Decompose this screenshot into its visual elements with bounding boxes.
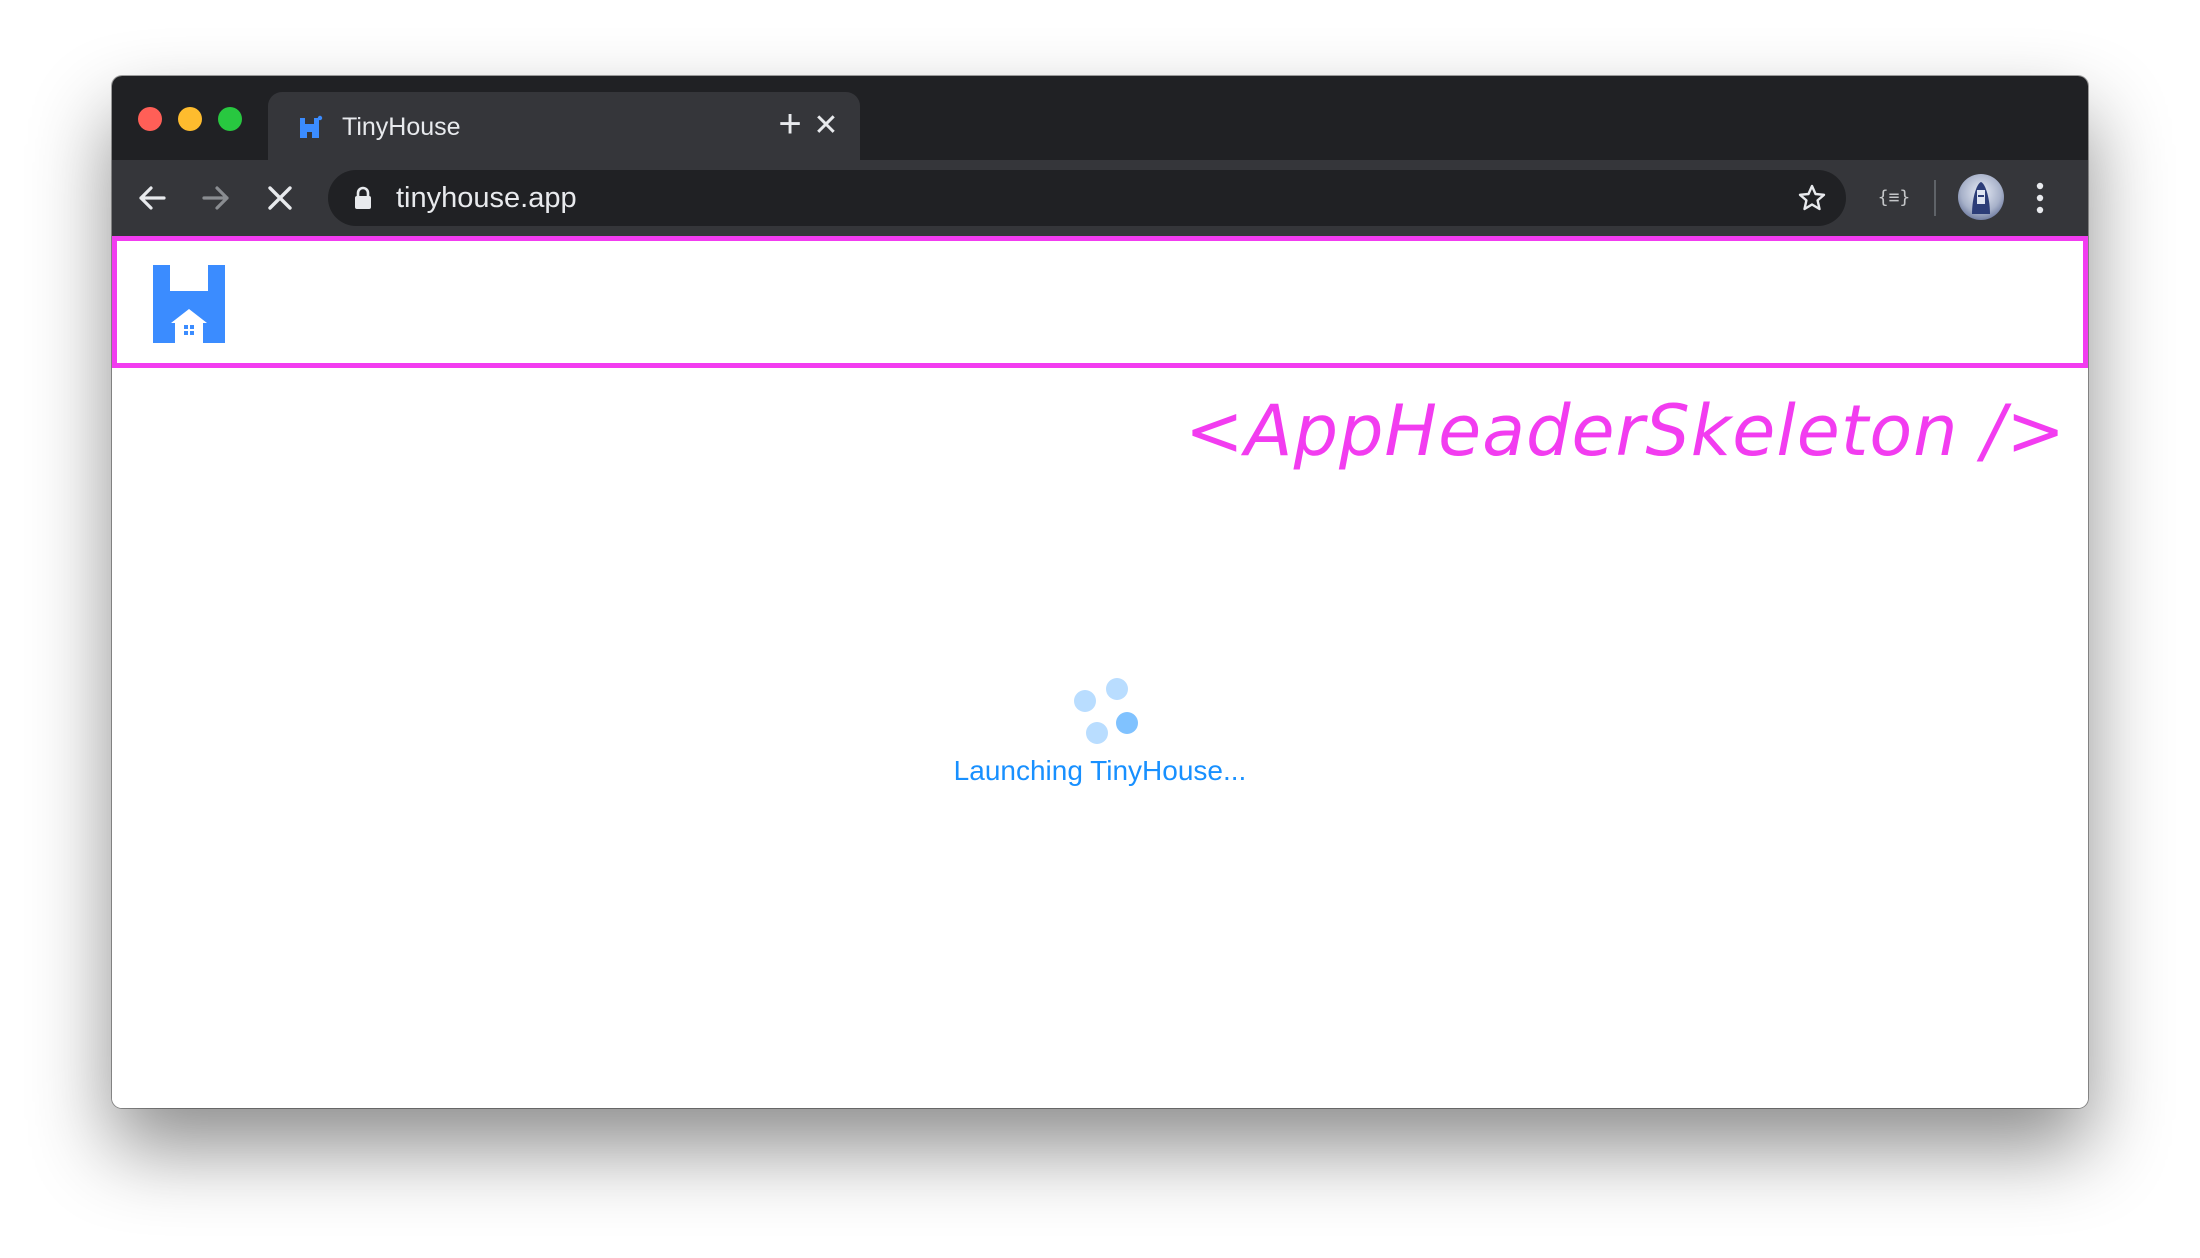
new-tab-button[interactable]: + bbox=[772, 104, 808, 144]
browser-toolbar: tinyhouse.app {≡} bbox=[112, 160, 2088, 236]
address-bar-url[interactable]: tinyhouse.app bbox=[396, 183, 577, 213]
bookmark-star-icon[interactable] bbox=[1796, 182, 1828, 214]
component-annotation: <AppHeaderSkeleton /> bbox=[1185, 390, 2066, 472]
toolbar-divider bbox=[1934, 180, 1936, 216]
more-vert-icon[interactable] bbox=[2028, 178, 2052, 218]
spinner-icon bbox=[1064, 676, 1144, 756]
tab-close-icon[interactable]: ✕ bbox=[810, 110, 842, 142]
tinyhouse-favicon-icon bbox=[300, 115, 323, 138]
arrow-right-icon bbox=[202, 186, 229, 210]
spinner-dot bbox=[1116, 712, 1138, 734]
forward-button[interactable] bbox=[192, 174, 240, 222]
tab-title: TinyHouse bbox=[342, 113, 461, 141]
spinner-dot bbox=[1106, 678, 1128, 700]
spinner-dot bbox=[1086, 722, 1108, 744]
loading-text: Launching TinyHouse... bbox=[953, 755, 1247, 786]
close-icon bbox=[268, 186, 292, 210]
arrow-left-icon bbox=[139, 186, 166, 210]
tinyhouse-logo-icon[interactable] bbox=[153, 265, 225, 343]
profile-avatar[interactable] bbox=[1958, 174, 2004, 220]
title-bar: TinyHouse ✕ + bbox=[112, 76, 2088, 160]
app-header-skeleton bbox=[112, 236, 2088, 368]
close-window-button[interactable] bbox=[138, 107, 162, 131]
minimize-window-button[interactable] bbox=[178, 107, 202, 131]
browser-window: TinyHouse ✕ + tinyhouse.app {≡} <AppHead… bbox=[112, 76, 2088, 1108]
spinner-dot bbox=[1074, 690, 1096, 712]
lock-icon bbox=[355, 186, 371, 209]
address-bar[interactable]: tinyhouse.app bbox=[328, 170, 1846, 226]
avatar-icon bbox=[1972, 182, 1990, 214]
extension-icon[interactable]: {≡} bbox=[1874, 182, 1914, 214]
maximize-window-button[interactable] bbox=[218, 107, 242, 131]
back-button[interactable] bbox=[128, 174, 176, 222]
stop-loading-button[interactable] bbox=[256, 174, 304, 222]
page-viewport: <AppHeaderSkeleton /> Launching TinyHous… bbox=[112, 236, 2088, 1108]
